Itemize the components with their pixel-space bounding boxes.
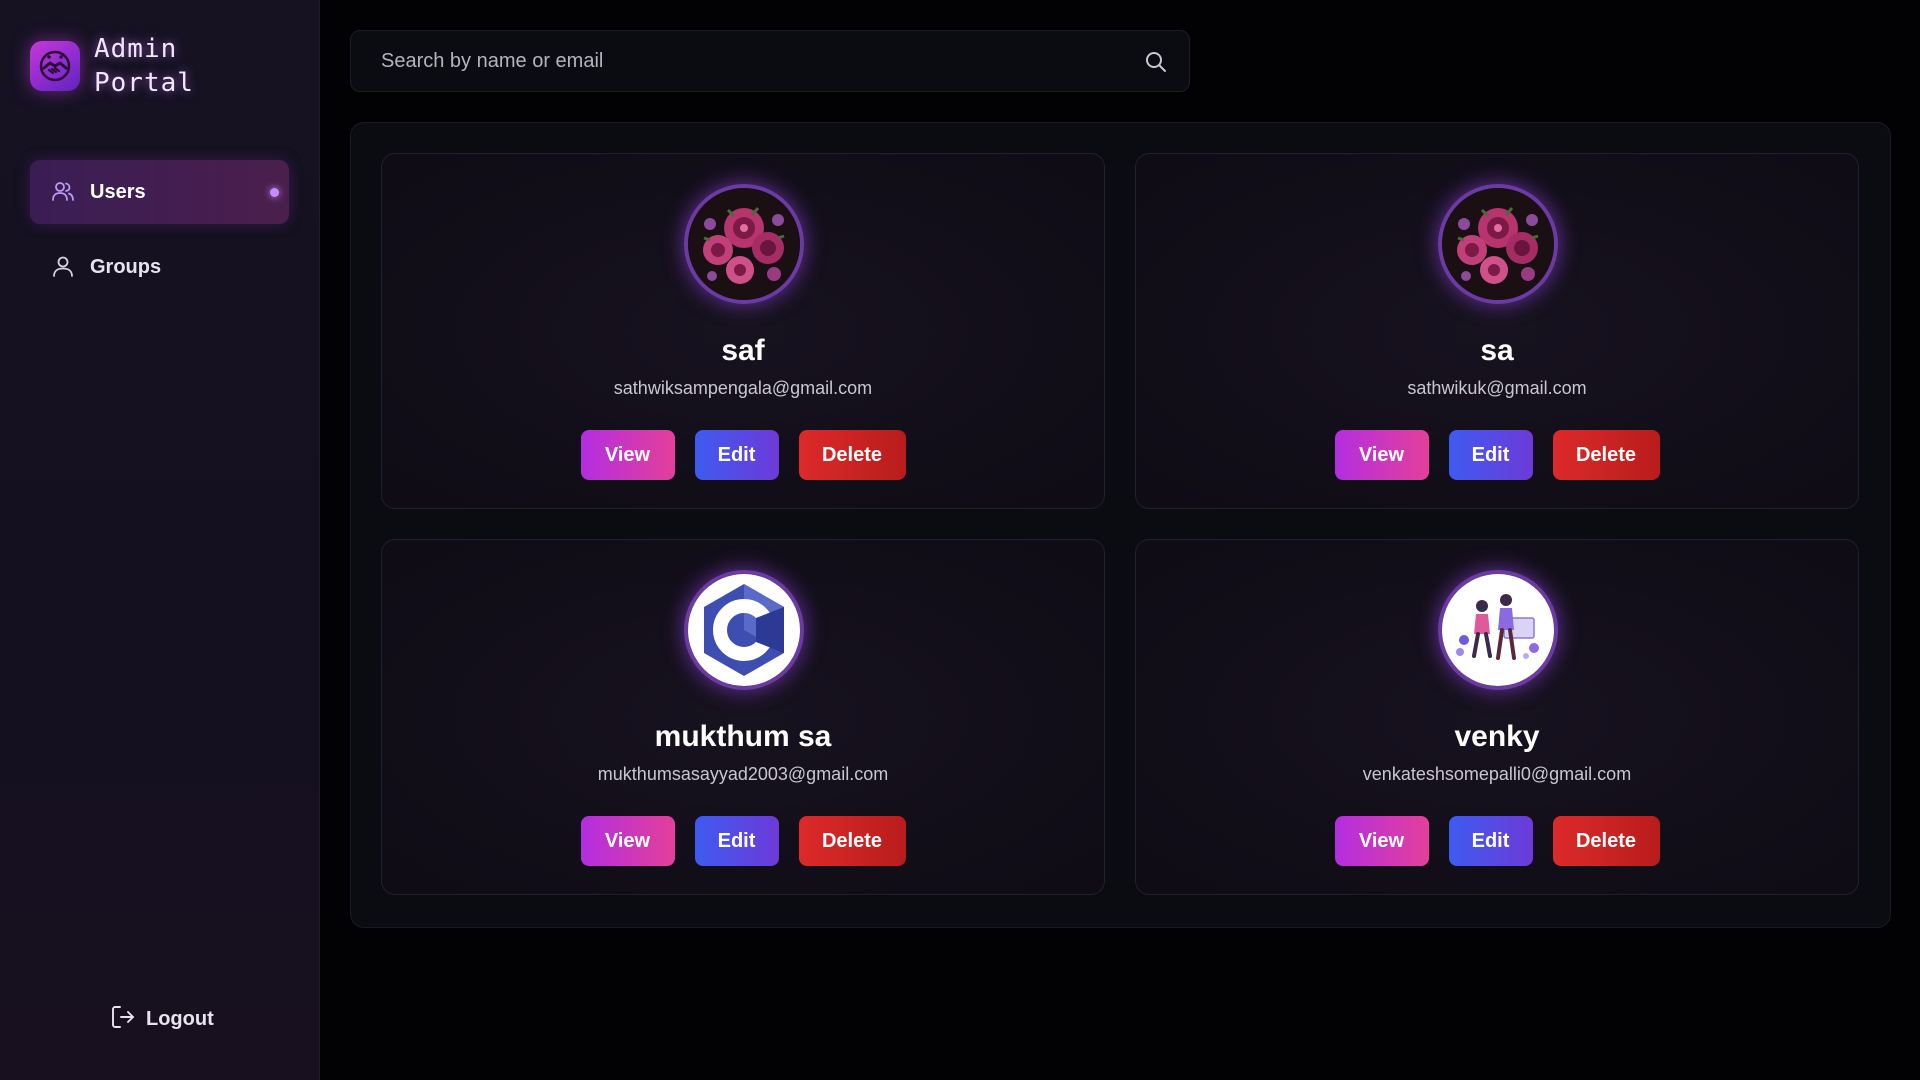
user-email: venkateshsomepalli0@gmail.com [1362,764,1632,784]
view-button[interactable]: View [580,816,675,866]
search-icon[interactable] [1143,49,1169,75]
user-card: mukthum sa mukthumsasayyad2003@gmail.com… [381,539,1105,895]
user-name: sa [1480,334,1514,367]
user-name: saf [721,334,765,367]
view-button[interactable]: View [1334,816,1429,866]
logout-button[interactable]: Logout [110,1004,214,1035]
edit-button[interactable]: Edit [1448,430,1533,480]
logout-icon [110,1004,136,1035]
logout-label: Logout [146,1008,214,1030]
c-language-logo-avatar [684,570,804,690]
sidebar-item-label: Users [90,180,146,203]
user-card: sa sathwikuk@gmail.com View Edit Delete [1135,153,1859,509]
user-email: sathwiksampengala@gmail.com [613,378,873,398]
delete-button[interactable]: Delete [798,816,906,866]
card-actions: View Edit Delete [1136,430,1858,480]
delete-button[interactable]: Delete [798,430,906,480]
users-icon [50,179,76,205]
user-card: venky venkateshsomepalli0@gmail.com View… [1135,539,1859,895]
view-button[interactable]: View [580,430,675,480]
card-actions: View Edit Delete [382,430,1104,480]
user-card: saf sathwiksampengala@gmail.com View Edi… [381,153,1105,509]
sidebar: Admin Portal Users Groups Logout [0,0,320,1080]
user-name: venky [1454,720,1540,753]
search-input[interactable] [351,31,1131,91]
edit-button[interactable]: Edit [694,816,779,866]
brand-title: Admin Portal [94,32,194,100]
card-actions: View Edit Delete [382,816,1104,866]
active-indicator-dot [270,188,279,197]
edit-button[interactable]: Edit [1448,816,1533,866]
users-panel: saf sathwiksampengala@gmail.com View Edi… [350,122,1891,928]
brand: Admin Portal [30,32,194,100]
rose-bouquet-avatar [1438,184,1558,304]
sidebar-item-groups[interactable]: Groups [30,235,289,299]
delete-button[interactable]: Delete [1552,816,1660,866]
edit-button[interactable]: Edit [694,430,779,480]
user-name: mukthum sa [654,720,832,753]
sidebar-nav: Users Groups [30,160,289,310]
delete-button[interactable]: Delete [1552,430,1660,480]
sidebar-item-label: Groups [90,255,162,278]
brand-title-line2: Portal [94,68,194,98]
handshake-icon [30,41,80,91]
user-email: sathwikuk@gmail.com [1407,378,1587,398]
view-button[interactable]: View [1334,430,1429,480]
brand-title-line1: Admin [94,34,178,64]
user-email: mukthumsasayyad2003@gmail.com [597,764,889,784]
user-icon [50,254,76,280]
search-bar [350,30,1190,92]
card-actions: View Edit Delete [1136,816,1858,866]
sidebar-item-users[interactable]: Users [30,160,289,224]
people-illustration-avatar [1438,570,1558,690]
rose-bouquet-avatar [684,184,804,304]
